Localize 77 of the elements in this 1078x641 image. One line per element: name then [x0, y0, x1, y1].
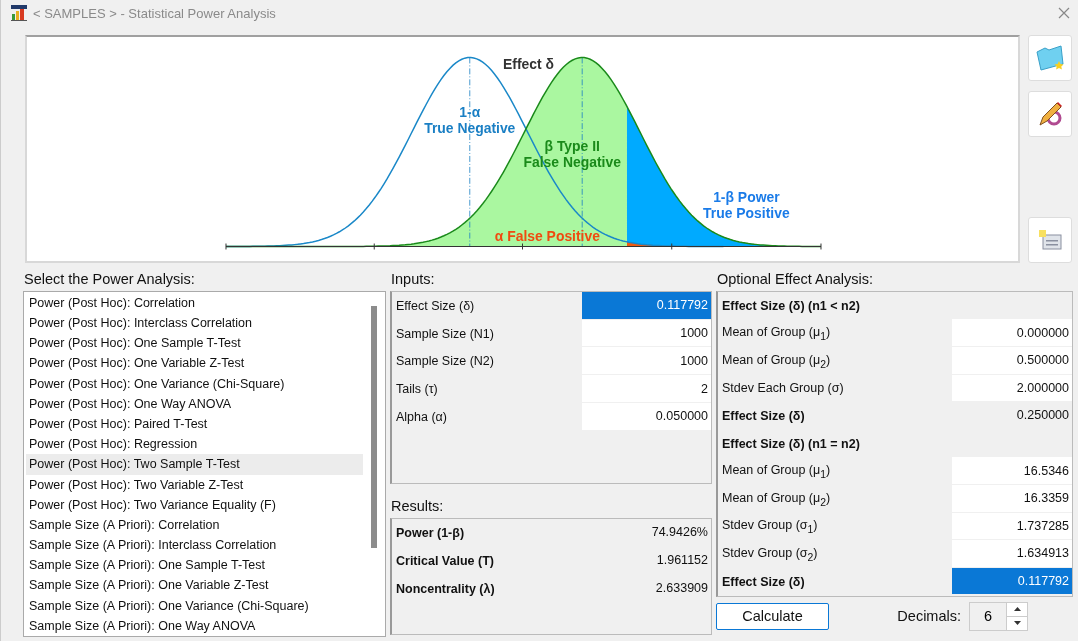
- list-item[interactable]: Power (Post Hoc): Correlation: [26, 292, 363, 313]
- list-item[interactable]: Sample Size (A Priori): One Sample T-Test: [26, 555, 363, 576]
- input-field[interactable]: 16.5346: [952, 457, 1072, 485]
- edit-button[interactable]: [1028, 90, 1072, 137]
- folder-star-icon: [1035, 43, 1065, 72]
- input-field[interactable]: 1.737285: [952, 512, 1072, 541]
- down-arrow-icon: [1013, 621, 1021, 626]
- list-item[interactable]: Sample Size (A Priori): One Variance (Chi-Square): [26, 595, 363, 616]
- input-label: Alpha (α): [395, 408, 448, 426]
- list-label: Select the Power Analysis:: [23, 270, 196, 289]
- section-heading: Effect Size (δ) (n1 = n2): [721, 435, 861, 453]
- input-label: Sample Size (N1): [395, 325, 495, 343]
- result-value: 0.117792: [952, 567, 1072, 596]
- diagram-label: 1-β Power True Positive: [703, 188, 790, 221]
- list-item[interactable]: Sample Size (A Priori): One Way ANOVA: [26, 615, 363, 636]
- close-icon[interactable]: [1058, 7, 1070, 20]
- diagram-label: α False Positive: [494, 227, 600, 244]
- list-item[interactable]: Power (Post Hoc): Interclass Correlation: [26, 313, 363, 334]
- effect-analysis-label: Optional Effect Analysis:: [716, 270, 875, 289]
- list-item[interactable]: Power (Post Hoc): One Variance (Chi-Square): [26, 373, 363, 394]
- list-item[interactable]: Power (Post Hoc): One Variable Z-Test: [26, 353, 363, 374]
- section-heading: Effect Size (δ) (n1 < n2): [721, 297, 861, 315]
- input-field[interactable]: 2.000000: [952, 374, 1072, 403]
- diagram-label: Effect δ: [503, 56, 554, 73]
- input-label: Stdev Group (σ$_{2}$): [721, 544, 819, 565]
- list-item[interactable]: Power (Post Hoc): Regression: [26, 434, 363, 455]
- bar-chart-icon: [11, 5, 27, 22]
- diagram-label: 1-α True Negative: [424, 103, 516, 136]
- input-label: Effect Size (δ): [395, 297, 476, 315]
- result-label: Effect Size (δ): [721, 408, 806, 425]
- result-value: 2.633909: [582, 574, 711, 603]
- inputs-label: Inputs:: [390, 270, 436, 289]
- list-item[interactable]: Power (Post Hoc): One Way ANOVA: [26, 393, 363, 414]
- input-label: Tails (τ): [395, 381, 439, 399]
- input-field[interactable]: 0.000000: [952, 319, 1072, 347]
- window-title: < SAMPLES > - Statistical Power Analysis: [33, 5, 277, 21]
- up-button[interactable]: [1007, 602, 1027, 616]
- input-field[interactable]: 1000: [582, 319, 711, 348]
- result-value: 1.961152: [582, 546, 711, 575]
- input-field[interactable]: 2: [582, 375, 711, 403]
- input-field[interactable]: 16.3359: [952, 484, 1072, 513]
- list-item[interactable]: Power (Post Hoc): Two Variance Equality (F): [26, 494, 363, 515]
- list-item[interactable]: Power (Post Hoc): Paired T-Test: [26, 413, 363, 435]
- up-arrow-icon: [1013, 607, 1021, 612]
- input-label: Stdev Group (σ$_{1}$): [721, 517, 819, 537]
- results-label: Results:: [390, 497, 445, 516]
- result-value: 74.9426%: [582, 518, 711, 547]
- decimals-spinner[interactable]: 6: [969, 601, 1028, 631]
- input-label: Stdev Each Group (σ): [721, 380, 845, 398]
- input-label: Mean of Group (μ$_{1}$): [721, 461, 832, 482]
- result-label: Noncentrality (λ): [395, 580, 496, 598]
- result-value: 0.250000: [952, 402, 1072, 430]
- window-icon: [1037, 227, 1063, 252]
- open-button[interactable]: [1028, 34, 1072, 81]
- decimals-label: Decimals:: [897, 608, 961, 625]
- input-field[interactable]: 0.117792: [582, 291, 711, 320]
- input-label: Sample Size (N2): [395, 353, 495, 371]
- result-label: Power (1-β): [395, 524, 466, 542]
- input-label: Mean of Group (μ$_{2}$): [721, 489, 832, 509]
- list-item[interactable]: Power (Post Hoc): One Sample T-Test: [26, 333, 363, 354]
- window-button[interactable]: [1028, 216, 1072, 263]
- input-label: Mean of Group (μ$_{1}$): [721, 323, 832, 344]
- input-field[interactable]: 0.500000: [952, 347, 1072, 375]
- list-item[interactable]: Power (Post Hoc): Two Sample T-Test: [26, 454, 363, 475]
- input-field[interactable]: 0.050000: [582, 403, 711, 431]
- list-item[interactable]: Power (Post Hoc): Two Variable Z-Test: [26, 474, 363, 495]
- list-item[interactable]: Sample Size (A Priori): One Variable Z-Test: [26, 575, 363, 596]
- result-label: Critical Value (T): [395, 552, 495, 570]
- input-label: Mean of Group (μ$_{2}$): [721, 351, 832, 372]
- result-label: Effect Size (δ): [721, 573, 806, 591]
- pencil-icon: [1036, 99, 1064, 128]
- input-field[interactable]: 1.634913: [952, 540, 1072, 568]
- scrollbar-thumb[interactable]: [371, 305, 377, 548]
- list-item[interactable]: Sample Size (A Priori): Correlation: [26, 514, 363, 536]
- input-field[interactable]: 1000: [582, 347, 711, 376]
- calculate-button[interactable]: Calculate: [716, 602, 829, 630]
- list-item[interactable]: Sample Size (A Priori): Interclass Correlation: [26, 535, 363, 556]
